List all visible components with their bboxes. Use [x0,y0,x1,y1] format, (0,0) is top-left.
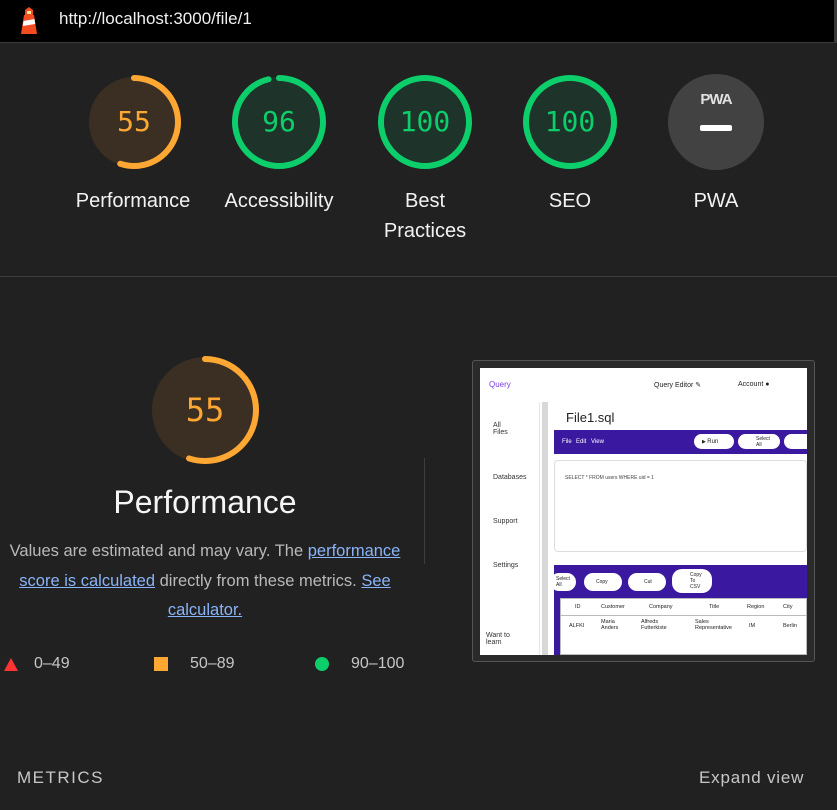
shot-side-all-files: All Files [493,422,508,436]
final-screenshot[interactable]: Query Query Editor ✎ Account ● All Files… [472,360,815,662]
shot-run-button: ▶ Run [694,434,734,449]
shot-results-table: ID Customer Company Title Region City AL… [560,598,807,655]
shot-file-title: File1.sql [566,410,615,425]
legend-pass-range: 90–100 [351,655,405,672]
accessibility-gauge[interactable]: 96 [231,74,327,170]
pwa-badge: PWA [700,91,732,108]
performance-label: Performance [75,190,191,212]
url-text[interactable]: http://localhost:3000/file/1 [59,9,252,29]
legend-fail: 0–49 [4,652,70,676]
performance-gauge[interactable]: 55 [86,74,182,170]
best-practices-score: 100 [399,105,451,138]
metrics-heading: METRICS [17,768,104,787]
screenshot-image: Query Query Editor ✎ Account ● All Files… [480,368,807,655]
lighthouse-icon [21,7,37,34]
shot-copy-2: Copy [584,573,622,591]
expand-view-button[interactable]: Expand view [699,768,804,788]
legend-pass: 90–100 [315,652,404,676]
shot-select-all-button: Select All [738,434,780,449]
shot-side-learn: Want to learn [486,632,510,646]
performance-title: Performance [113,484,297,520]
shot-menu-view: View [591,439,604,445]
shot-editor: SELECT * FROM users WHERE uid = 1 [554,460,807,552]
circle-icon [315,657,329,671]
description-text: Values are estimated and may vary. The [9,542,308,560]
vertical-divider [424,458,425,564]
best-practices-label-line2: Practices [383,220,467,242]
shot-query-text: SELECT * FROM users WHERE uid = 1 [565,475,654,481]
shot-copy-button [784,434,807,449]
best-practices-label-line1: Best [404,190,446,212]
legend-average: 50–89 [154,652,235,676]
seo-label: SEO [548,190,592,212]
best-practices-label: Best Practices [350,186,500,246]
shot-scrollbar [542,402,548,655]
performance-big-score: 55 [185,391,225,429]
shot-sidebar: All Files Databases Support Settings Wan… [480,402,540,655]
shot-cut: Cut [628,573,666,591]
seo-score: 100 [544,105,596,138]
shot-select-all-2: Select All [550,573,576,591]
accessibility-label: Accessibility [224,190,334,212]
pwa-label: PWA [693,190,739,212]
performance-description: Values are estimated and may vary. The p… [0,537,410,626]
shot-query-editor: Query Editor ✎ [654,382,702,389]
triangle-icon [4,657,18,671]
shot-side-settings: Settings [493,562,519,569]
shot-toolbar: File Edit View ▶ Run Select All [554,430,807,454]
address-bar: http://localhost:3000/file/1 [0,0,837,43]
shot-copy-csv: Copy To CSV [672,569,712,593]
pwa-gauge[interactable]: PWA [668,74,764,170]
performance-score: 55 [117,105,151,138]
legend-average-range: 50–89 [190,655,235,672]
accessibility-score: 96 [262,105,296,138]
shot-brand: Query [489,380,511,389]
performance-big-gauge: 55 [150,355,260,465]
seo-gauge[interactable]: 100 [522,74,618,170]
shot-account: Account ● [738,381,770,388]
square-icon [154,657,168,671]
legend-fail-range: 0–49 [34,655,70,672]
shot-menu-file: File [562,439,572,445]
shot-side-support: Support [493,518,518,525]
section-divider [0,276,837,277]
shot-side-databases: Databases [493,474,527,481]
shot-menu-edit: Edit [576,439,587,445]
description-text-mid: directly from these metrics. [155,571,362,590]
best-practices-gauge[interactable]: 100 [377,74,473,170]
